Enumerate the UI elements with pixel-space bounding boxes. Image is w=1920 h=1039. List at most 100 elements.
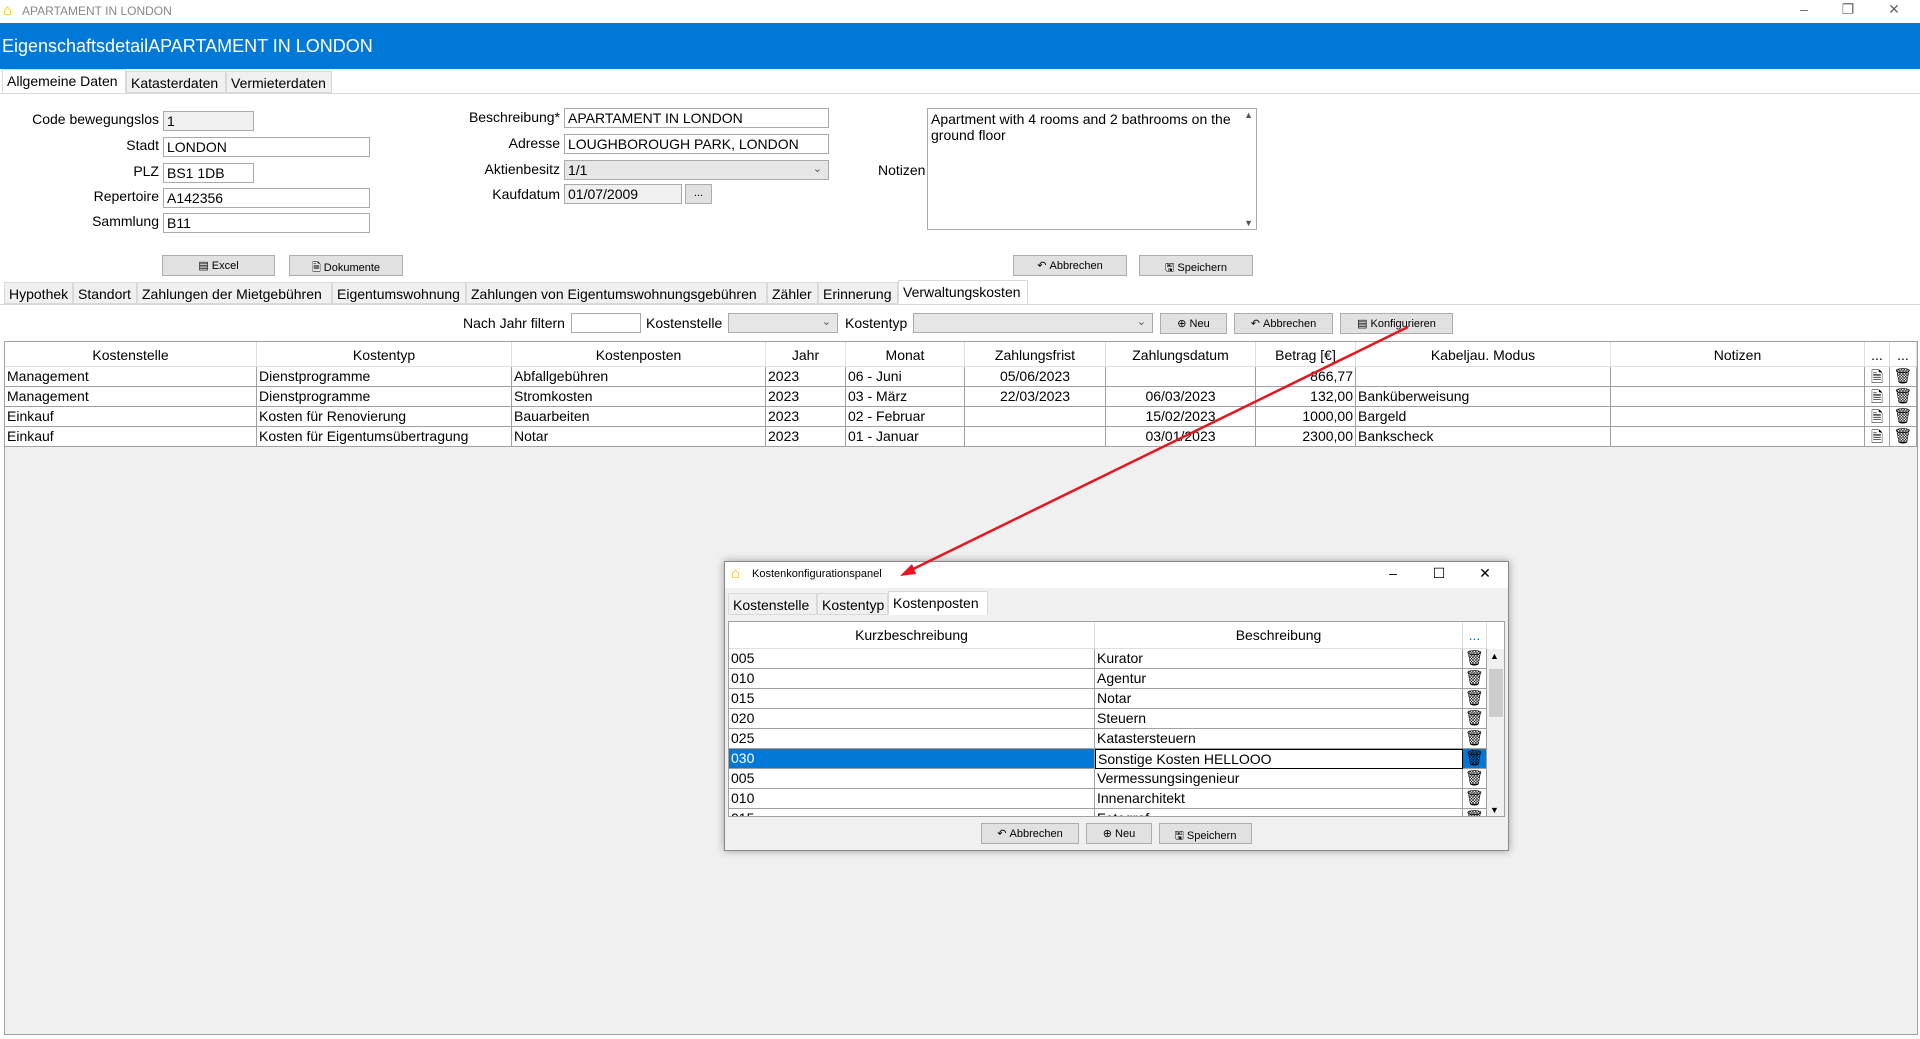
tab-zaehler[interactable]: Zähler: [767, 282, 818, 304]
header-jahr[interactable]: Jahr: [766, 342, 846, 366]
header-kostenstelle[interactable]: Kostenstelle: [5, 342, 257, 366]
dialog-abbrechen-button[interactable]: ↶ Abbrechen: [981, 823, 1079, 844]
filter-abbrechen-button[interactable]: ↶ Abbrechen: [1234, 313, 1333, 334]
list-item[interactable]: 005 Kurator 🗑: [729, 649, 1487, 669]
table-row[interactable]: Management Dienstprogramme Stromkosten 2023…: [5, 387, 1917, 407]
header-kurzbeschreibung[interactable]: Kurzbeschreibung: [729, 622, 1095, 649]
list-item[interactable]: 030 Sonstige Kosten HELLOOO 🗑: [729, 749, 1487, 769]
tab-kostenstelle[interactable]: Kostenstelle: [728, 593, 817, 615]
speichern-button[interactable]: 🖫 Speichern: [1139, 255, 1253, 276]
code-field[interactable]: 1: [163, 111, 254, 131]
abbrechen-button[interactable]: ↶ Abbrechen: [1013, 255, 1127, 276]
kostenstelle-filter-select[interactable]: ⌄: [728, 313, 838, 333]
trash-icon[interactable]: 🗑: [1463, 789, 1487, 809]
trash-icon[interactable]: 🗑: [1463, 709, 1487, 729]
scroll-up-icon[interactable]: ▲: [1244, 110, 1253, 120]
header-monat[interactable]: Monat: [846, 342, 965, 366]
scroll-up-icon[interactable]: ▲: [1490, 651, 1499, 661]
list-item[interactable]: 015 Notar 🗑: [729, 689, 1487, 709]
list-item[interactable]: 025 Katastersteuern 🗑: [729, 729, 1487, 749]
divider: [0, 304, 1920, 305]
tab-zahlungen-mietgebuehren[interactable]: Zahlungen der Mietgebühren: [137, 282, 332, 304]
scroll-down-icon[interactable]: ▼: [1490, 805, 1499, 815]
stadt-field[interactable]: LONDON: [163, 137, 370, 157]
dialog-speichern-button[interactable]: 🖫 Speichern: [1159, 823, 1252, 844]
dialog-close-button[interactable]: ✕: [1465, 565, 1505, 585]
chevron-down-icon: ⌄: [812, 163, 822, 175]
trash-icon[interactable]: 🗑: [1463, 649, 1487, 669]
table-row[interactable]: Management Dienstprogramme Abfallgebühren 2…: [5, 367, 1917, 387]
trash-icon[interactable]: 🗑: [1463, 749, 1487, 769]
dialog-maximize-button[interactable]: ☐: [1419, 565, 1459, 585]
kaufdatum-field[interactable]: 01/07/2009: [564, 184, 682, 204]
header-kostenposten[interactable]: Kostenposten: [512, 342, 766, 366]
dokumente-button[interactable]: 🗎 Dokumente: [289, 255, 403, 276]
kostentyp-filter-select[interactable]: ⌄: [913, 313, 1153, 333]
scrollbar-thumb[interactable]: [1489, 669, 1503, 717]
trash-icon[interactable]: 🗑: [1890, 407, 1917, 427]
repertoire-field[interactable]: A142356: [163, 188, 370, 208]
edit-icon[interactable]: 🗎: [1865, 387, 1890, 407]
header-zahlungsdatum[interactable]: Zahlungsdatum: [1106, 342, 1256, 366]
close-button[interactable]: ✕: [1874, 1, 1914, 21]
minimize-button[interactable]: –: [1784, 1, 1824, 21]
tab-eigentumswohnung[interactable]: Eigentumswohnung: [332, 282, 466, 304]
trash-icon[interactable]: 🗑: [1890, 427, 1917, 447]
scroll-down-icon[interactable]: ▼: [1244, 218, 1253, 228]
list-item[interactable]: 015Fotograf🗑: [729, 809, 1487, 816]
aktienbesitz-select[interactable]: 1/1 ⌄: [564, 160, 829, 180]
header-notizen[interactable]: Notizen: [1611, 342, 1865, 366]
tab-allgemeine-daten[interactable]: Allgemeine Daten: [2, 69, 126, 93]
tab-katasterdaten[interactable]: Katasterdaten: [126, 71, 226, 93]
edit-icon[interactable]: 🗎: [1865, 407, 1890, 427]
header-delete[interactable]: ...: [1890, 342, 1917, 366]
tab-vermieterdaten[interactable]: Vermieterdaten: [226, 71, 332, 93]
header-beschreibung[interactable]: Beschreibung: [1095, 622, 1463, 649]
header-edit[interactable]: ...: [1865, 342, 1890, 366]
sammlung-field[interactable]: B11: [163, 213, 370, 233]
jahr-filter-input[interactable]: [571, 313, 641, 333]
trash-icon[interactable]: 🗑: [1890, 367, 1917, 387]
list-item[interactable]: 020 Steuern 🗑: [729, 709, 1487, 729]
trash-icon[interactable]: 🗑: [1463, 689, 1487, 709]
trash-icon[interactable]: 🗑: [1463, 769, 1487, 789]
header-kostentyp[interactable]: Kostentyp: [257, 342, 512, 366]
beschreibung-edit-input[interactable]: Sonstige Kosten HELLOOO: [1095, 749, 1463, 769]
header-modus[interactable]: Kabeljau. Modus: [1356, 342, 1611, 366]
trash-icon[interactable]: 🗑: [1463, 729, 1487, 749]
trash-icon[interactable]: 🗑: [1463, 809, 1487, 816]
tab-standort[interactable]: Standort: [73, 282, 137, 304]
repertoire-label: Repertoire: [93, 188, 159, 204]
adresse-field[interactable]: LOUGHBOROUGH PARK, LONDON: [564, 134, 829, 154]
tab-kostentyp[interactable]: Kostentyp: [817, 593, 888, 615]
edit-icon[interactable]: 🗎: [1865, 427, 1890, 447]
tab-kostenposten[interactable]: Kostenposten: [888, 591, 988, 615]
table-row[interactable]: Einkauf Kosten für Eigentumsübertragung No…: [5, 427, 1917, 447]
tab-hypothek[interactable]: Hypothek: [4, 282, 73, 304]
list-item[interactable]: 005 Vermessungsingenieur 🗑: [729, 769, 1487, 789]
beschreibung-field[interactable]: APARTAMENT IN LONDON: [564, 108, 829, 128]
trash-icon[interactable]: 🗑: [1890, 387, 1917, 407]
date-picker-button[interactable]: ...: [685, 184, 712, 204]
tab-erinnerung[interactable]: Erinnerung: [818, 282, 898, 304]
dialog-neu-button[interactable]: ⊕ Neu: [1086, 823, 1152, 844]
dialog-minimize-button[interactable]: –: [1373, 565, 1413, 585]
header-zahlungsfrist[interactable]: Zahlungsfrist: [965, 342, 1106, 366]
table-row[interactable]: Einkauf Kosten für Renovierung Bauarbeiten…: [5, 407, 1917, 427]
list-item[interactable]: 010 Innenarchitekt 🗑: [729, 789, 1487, 809]
tab-verwaltungskosten[interactable]: Verwaltungskosten: [898, 280, 1028, 304]
plz-field[interactable]: BS1 1DB: [163, 163, 254, 183]
neu-button[interactable]: ⊕ Neu: [1160, 313, 1227, 334]
cell-monat: 01 - Januar: [846, 427, 965, 447]
edit-icon[interactable]: 🗎: [1865, 367, 1890, 387]
scrollbar[interactable]: ▲ ▼: [1487, 649, 1504, 816]
plz-label: PLZ: [133, 163, 159, 179]
trash-icon[interactable]: 🗑: [1463, 669, 1487, 689]
header-betrag[interactable]: Betrag [€]: [1256, 342, 1356, 366]
restore-button[interactable]: ❐: [1828, 1, 1868, 21]
notizen-textarea[interactable]: Apartment with 4 rooms and 2 bathrooms o…: [927, 108, 1257, 230]
excel-button[interactable]: ▤ Excel: [162, 255, 275, 276]
tab-zahlungen-eigentumswohnungsgebuehren[interactable]: Zahlungen von Eigentumswohnungsgebühren: [466, 282, 767, 304]
konfigurieren-button[interactable]: ▤ Konfigurieren: [1340, 313, 1453, 334]
list-item[interactable]: 010 Agentur 🗑: [729, 669, 1487, 689]
